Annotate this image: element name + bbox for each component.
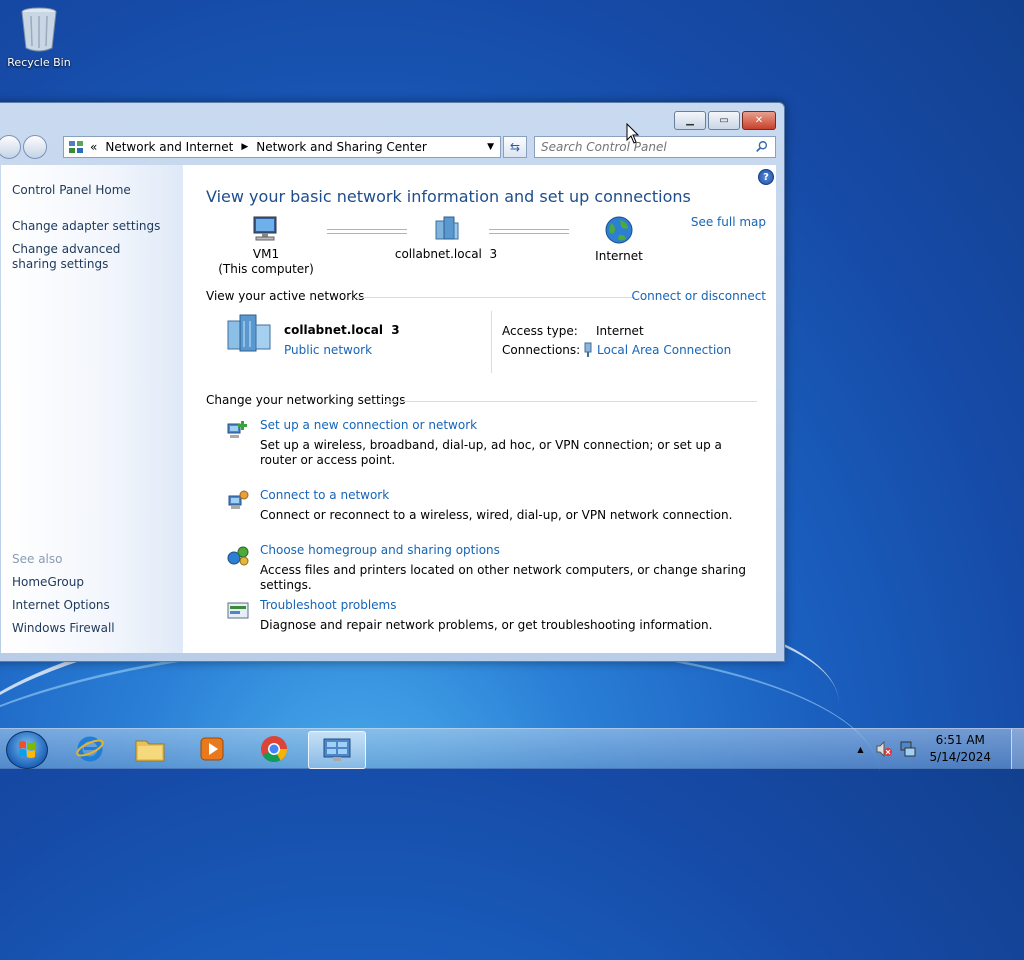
network-control-panel-icon bbox=[69, 141, 83, 153]
address-dropdown-icon[interactable]: ▼ bbox=[487, 142, 494, 152]
maximize-button[interactable]: ▭ bbox=[708, 111, 740, 130]
breadcrumb-network-sharing-center[interactable]: Network and Sharing Center bbox=[256, 140, 427, 154]
network-icon bbox=[435, 216, 459, 240]
computer-subtitle: (This computer) bbox=[218, 262, 314, 276]
homegroup-sharing-link[interactable]: Choose homegroup and sharing options bbox=[260, 543, 500, 557]
volume-muted-icon[interactable] bbox=[875, 740, 893, 758]
navigation-buttons bbox=[0, 135, 47, 159]
see-also-heading: See also bbox=[12, 552, 63, 566]
computer-name: VM1 bbox=[252, 247, 280, 261]
public-network-icon[interactable] bbox=[224, 313, 274, 353]
setup-connection-description: Set up a wireless, broadband, dial-up, a… bbox=[260, 438, 722, 467]
access-type-value: Internet bbox=[596, 324, 644, 338]
address-overflow-chevron[interactable]: « bbox=[90, 140, 97, 154]
change-settings-header: Change your networking settings bbox=[206, 393, 406, 407]
homegroup-sharing-description: Access files and printers located on oth… bbox=[260, 563, 746, 592]
vertical-divider bbox=[491, 311, 492, 373]
map-node-internet[interactable]: Internet bbox=[579, 215, 659, 264]
main-pane: ? View your basic network information an… bbox=[183, 165, 776, 653]
sidebar-change-adapter-settings[interactable]: Change adapter settings bbox=[12, 219, 160, 234]
ethernet-icon bbox=[584, 342, 592, 357]
minimize-button[interactable]: ▁ bbox=[674, 111, 706, 130]
map-node-network[interactable]: collabnet.local 3 bbox=[391, 215, 501, 262]
taskbar-windows-explorer[interactable] bbox=[122, 731, 178, 767]
access-type-label: Access type: bbox=[502, 324, 578, 338]
internet-label: Internet bbox=[595, 249, 643, 263]
local-area-connection-link[interactable]: Local Area Connection bbox=[597, 343, 731, 357]
computer-icon bbox=[253, 216, 277, 241]
caption-buttons: ▁ ▭ ✕ bbox=[674, 111, 776, 130]
recycle-bin-icon bbox=[21, 7, 57, 52]
show-hidden-icons-arrow[interactable]: ▲ bbox=[857, 745, 863, 754]
new-connection-icon[interactable] bbox=[226, 418, 250, 442]
close-button[interactable]: ✕ bbox=[742, 111, 776, 130]
start-button[interactable] bbox=[6, 731, 48, 769]
internet-explorer-icon bbox=[76, 736, 104, 762]
connections-label: Connections: bbox=[502, 343, 581, 357]
connect-network-link[interactable]: Connect to a network bbox=[260, 488, 389, 502]
search-icon[interactable] bbox=[753, 140, 771, 154]
help-button[interactable]: ? bbox=[758, 169, 774, 185]
task-troubleshoot: Troubleshoot problems Diagnose and repai… bbox=[226, 598, 756, 638]
sidebar-change-advanced-sharing[interactable]: Change advanced sharing settings bbox=[12, 242, 162, 272]
back-button[interactable] bbox=[0, 135, 21, 159]
network-type-link[interactable]: Public network bbox=[284, 343, 372, 357]
clock-date: 5/14/2024 bbox=[929, 750, 991, 764]
windows-logo-icon bbox=[19, 741, 35, 758]
breadcrumb-network-internet[interactable]: Network and Internet bbox=[105, 140, 233, 154]
mouse-cursor-icon bbox=[626, 123, 640, 144]
system-tray: ▲ 6:51 AM 5/14/2024 bbox=[857, 729, 1024, 769]
control-panel-icon bbox=[323, 738, 351, 761]
forward-button[interactable] bbox=[23, 135, 47, 159]
troubleshoot-icon[interactable] bbox=[226, 598, 250, 622]
folder-icon bbox=[135, 740, 165, 762]
connect-network-description: Connect or reconnect to a wireless, wire… bbox=[260, 508, 733, 522]
page-title: View your basic network information and … bbox=[206, 187, 691, 206]
media-player-icon bbox=[200, 737, 224, 761]
setup-connection-link[interactable]: Set up a new connection or network bbox=[260, 418, 477, 432]
refresh-icon: ⇆ bbox=[509, 140, 521, 154]
sidebar-internet-options[interactable]: Internet Options bbox=[12, 598, 110, 613]
breadcrumb-separator-icon[interactable]: ▶ bbox=[241, 142, 248, 152]
chrome-icon bbox=[261, 736, 288, 763]
map-node-computer[interactable]: VM1 (This computer) bbox=[216, 215, 316, 277]
task-connect-network: Connect to a network Connect or reconnec… bbox=[226, 488, 756, 528]
show-desktop-button[interactable] bbox=[1011, 729, 1024, 769]
search-box[interactable] bbox=[534, 136, 776, 158]
connect-disconnect-link[interactable]: Connect or disconnect bbox=[631, 289, 766, 303]
refresh-button[interactable]: ⇆ bbox=[503, 136, 527, 158]
task-pane: Control Panel Home Change adapter settin… bbox=[1, 165, 183, 653]
troubleshoot-link[interactable]: Troubleshoot problems bbox=[260, 598, 396, 612]
window-content: Control Panel Home Change adapter settin… bbox=[1, 165, 776, 653]
task-setup-connection: Set up a new connection or network Set u… bbox=[226, 418, 756, 468]
clock-time: 6:51 AM bbox=[935, 733, 985, 747]
address-bar[interactable]: « Network and Internet ▶ Network and Sha… bbox=[63, 136, 501, 158]
section-divider bbox=[355, 297, 635, 298]
task-homegroup: Choose homegroup and sharing options Acc… bbox=[226, 543, 756, 592]
recycle-bin-label: Recycle Bin bbox=[7, 56, 71, 69]
sidebar-control-panel-home[interactable]: Control Panel Home bbox=[12, 183, 131, 198]
active-network-name: collabnet.local 3 bbox=[284, 323, 400, 337]
homegroup-icon[interactable] bbox=[226, 543, 250, 567]
map-network-name: collabnet.local 3 bbox=[394, 247, 498, 261]
recycle-bin[interactable]: Recycle Bin bbox=[6, 6, 72, 69]
taskbar-media-player[interactable] bbox=[184, 731, 240, 767]
clock[interactable]: 6:51 AM 5/14/2024 bbox=[929, 732, 991, 766]
network-tray-icon[interactable] bbox=[899, 740, 917, 758]
taskbar-chrome[interactable] bbox=[246, 731, 302, 767]
taskbar-internet-explorer[interactable] bbox=[62, 731, 118, 767]
search-input[interactable] bbox=[535, 139, 753, 155]
active-networks-header: View your active networks bbox=[206, 289, 365, 303]
network-sharing-center-window[interactable]: ▁ ▭ ✕ « Network and Internet ▶ Network a… bbox=[0, 102, 785, 662]
sidebar-homegroup[interactable]: HomeGroup bbox=[12, 575, 84, 590]
taskbar: ▲ 6:51 AM 5/14/2024 bbox=[0, 728, 1024, 769]
connect-network-icon[interactable] bbox=[226, 488, 250, 512]
map-link-line bbox=[489, 229, 569, 234]
troubleshoot-description: Diagnose and repair network problems, or… bbox=[260, 618, 713, 632]
globe-icon bbox=[605, 216, 633, 244]
see-full-map-link[interactable]: See full map bbox=[691, 215, 766, 229]
sidebar-windows-firewall[interactable]: Windows Firewall bbox=[12, 621, 115, 636]
taskbar-control-panel[interactable] bbox=[308, 731, 366, 769]
section-divider bbox=[385, 401, 757, 402]
